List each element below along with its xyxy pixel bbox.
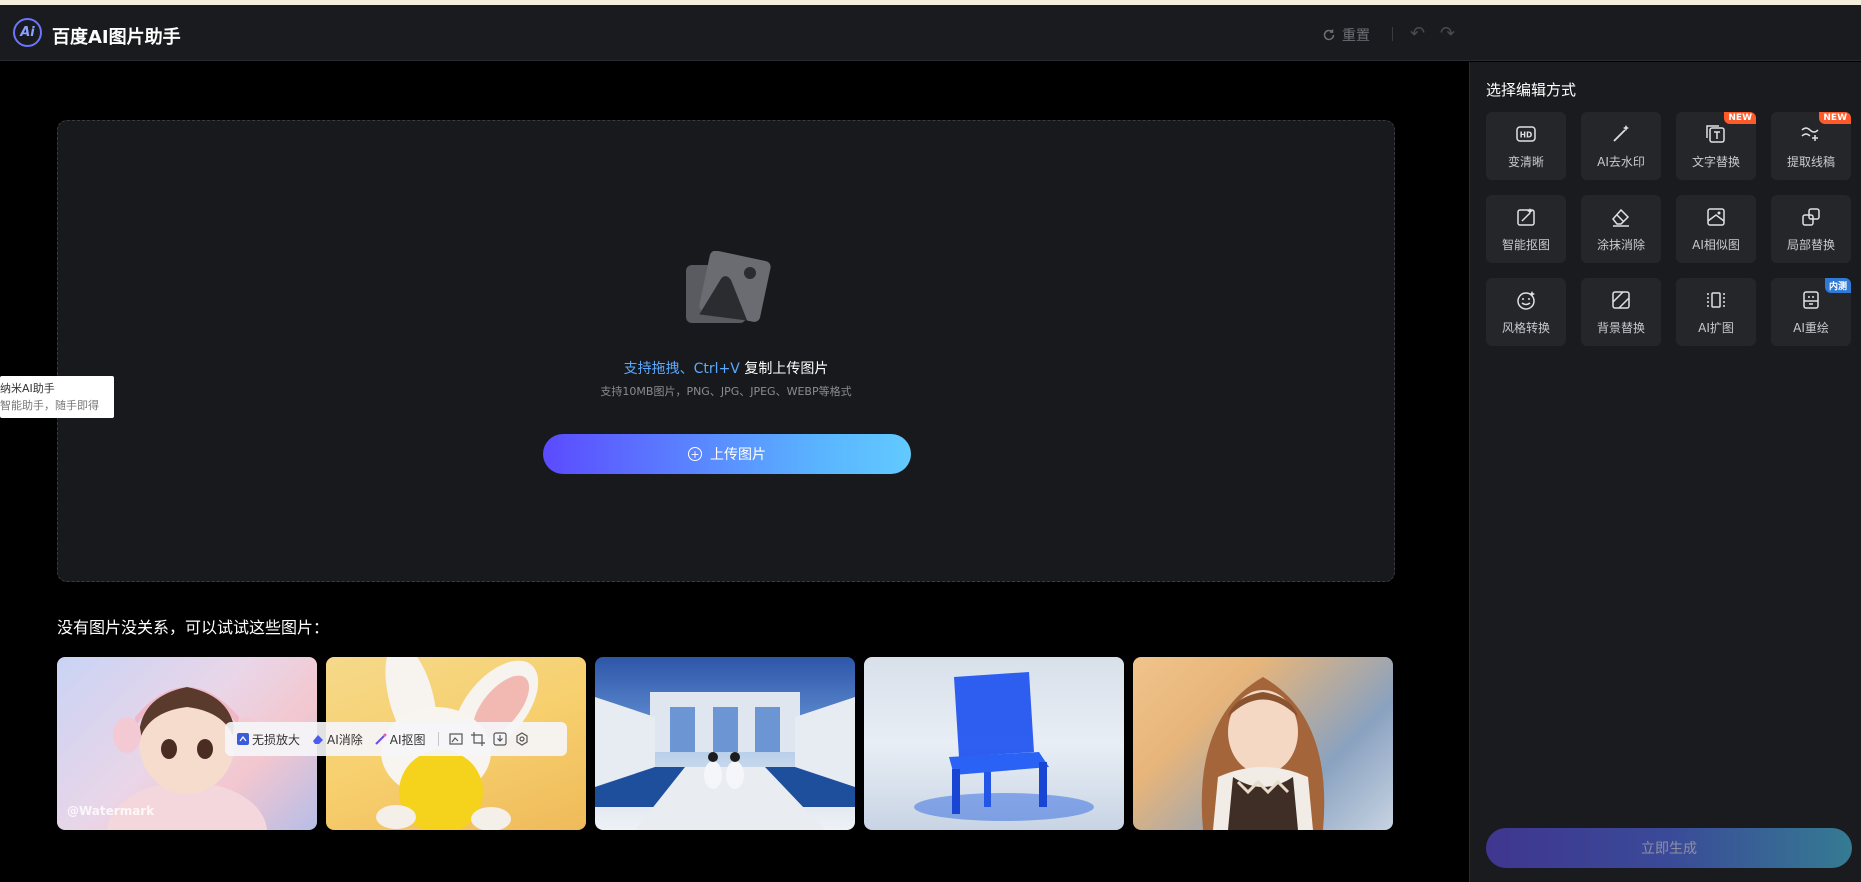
upload-hint-highlight: 支持拖拽、Ctrl+V [623,361,740,377]
tool-background-replace[interactable]: 背景替换 [1581,278,1661,346]
eraser-icon [1610,206,1632,228]
logo-text: Ai [20,25,35,40]
header-divider [1392,27,1393,41]
floating-upscale-button[interactable]: 无损放大 [233,731,304,748]
generate-button[interactable]: 立即生成 [1486,828,1852,868]
tool-partial-replace[interactable]: 局部替换 [1771,195,1851,263]
tool-style-transfer[interactable]: 风格转换 [1486,278,1566,346]
tool-label: 提取线稿 [1786,154,1835,169]
floating-item-label: AI消除 [327,732,363,747]
plus-circle-icon: + [688,447,702,461]
floating-item-label: AI抠图 [389,732,426,747]
download-icon[interactable] [491,730,509,748]
tool-similar-image[interactable]: AI相似图 [1676,195,1756,263]
upload-dropzone[interactable]: 支持拖拽、Ctrl+V 复制上传图片 支持10MB图片，PNG、JPG、JPEG… [57,120,1395,582]
similar-image-icon [1705,206,1727,228]
reset-button[interactable]: 重置 [1322,25,1370,45]
tool-text-replace[interactable]: NEW 文字替换 [1676,112,1756,180]
partial-replace-icon [1800,206,1822,228]
pool-illustration [595,692,855,830]
upload-button-label: 上传图片 [710,447,766,463]
style-icon [1515,289,1537,311]
magic-wand-icon [375,733,387,745]
sample-image-woman[interactable] [1133,657,1393,830]
floating-divider [437,732,439,746]
woman-illustration [1201,677,1325,830]
panel-title: 选择编辑方式 [1486,81,1577,99]
upload-hint-text: 复制上传图片 [739,361,829,377]
image-placeholder-icon [686,251,771,323]
tool-label: 涂抹消除 [1596,237,1645,252]
eraser-icon [313,735,324,744]
floating-cutout-button[interactable]: AI抠图 [371,731,430,748]
tool-label: 智能抠图 [1501,237,1550,252]
tool-grid: HD 变清晰 AI去水印 NEW 文字替换 NEW 提取线稿 智能抠图 涂抹消除… [1486,112,1851,346]
tool-label: AI去水印 [1597,154,1645,169]
tool-label: 文字替换 [1691,154,1740,169]
line-art-icon [1800,123,1822,145]
assistant-tooltip: 纳米AI助手 智能助手，随手即得 [0,376,114,418]
redo-icon[interactable]: ↷ [1440,23,1455,44]
upload-button[interactable]: + 上传图片 [543,434,911,474]
tool-label: 变清晰 [1507,154,1544,169]
sample-image-chair[interactable] [864,657,1124,830]
tool-label: AI扩图 [1698,320,1734,335]
tool-smear-erase[interactable]: 涂抹消除 [1581,195,1661,263]
tool-label: AI相似图 [1692,237,1740,252]
tool-redraw[interactable]: 内测 AI重绘 [1771,278,1851,346]
tooltip-title: 纳米AI助手 [0,382,55,395]
redraw-icon [1800,289,1822,311]
crop-icon[interactable] [469,730,487,748]
hd-icon: HD [1515,123,1537,145]
floating-erase-button[interactable]: AI消除 [308,731,367,748]
tool-cutout[interactable]: 智能抠图 [1486,195,1566,263]
main-area: 支持拖拽、Ctrl+V 复制上传图片 支持10MB图片，PNG、JPG、JPEG… [0,62,1468,882]
tool-line-art[interactable]: NEW 提取线稿 [1771,112,1851,180]
magic-wand-icon [1610,123,1632,145]
edit-panel: 选择编辑方式 HD 变清晰 AI去水印 NEW 文字替换 NEW 提取线稿 智能… [1469,62,1861,882]
samples-title: 没有图片没关系，可以试试这些图片： [57,618,330,637]
beta-badge: 内测 [1824,278,1851,293]
upload-formats: 支持10MB图片，PNG、JPG、JPEG、WEBP等格式 [600,385,852,398]
svg-text:HD: HD [1520,130,1533,139]
upscale-icon [237,733,249,745]
tool-label: 背景替换 [1596,320,1645,335]
watermark-text: @Watermark [67,804,155,818]
tooltip-subtitle: 智能助手，随手即得 [0,399,99,412]
tool-watermark-removal[interactable]: AI去水印 [1581,112,1661,180]
floating-item-label: 无损放大 [252,732,301,747]
chair-illustration [914,672,1094,821]
text-replace-icon [1705,123,1727,145]
tool-label: 局部替换 [1786,237,1835,252]
sample-image-pool[interactable] [595,657,855,830]
reset-label: 重置 [1342,28,1370,44]
tool-label: 风格转换 [1501,320,1550,335]
app-logo[interactable]: Ai [13,18,42,47]
new-badge: NEW [1724,112,1756,124]
edit-image-icon[interactable] [447,730,465,748]
cutout-icon [1515,206,1537,228]
undo-icon[interactable]: ↶ [1410,23,1425,44]
app-header: Ai 百度AI图片助手 重置 ↶ ↷ [0,5,1861,61]
tool-enhance[interactable]: HD 变清晰 [1486,112,1566,180]
refresh-icon [1323,29,1335,41]
app-title: 百度AI图片助手 [52,27,181,48]
new-badge: NEW [1819,112,1851,124]
expand-icon [1705,289,1727,311]
background-icon [1610,289,1632,311]
tool-label: AI重绘 [1793,320,1829,335]
upload-hint: 支持拖拽、Ctrl+V 复制上传图片 [58,358,1394,378]
tool-expand[interactable]: AI扩图 [1676,278,1756,346]
floating-toolbar: 无损放大 AI消除 AI抠图 [225,722,567,756]
settings-icon[interactable] [513,730,531,748]
